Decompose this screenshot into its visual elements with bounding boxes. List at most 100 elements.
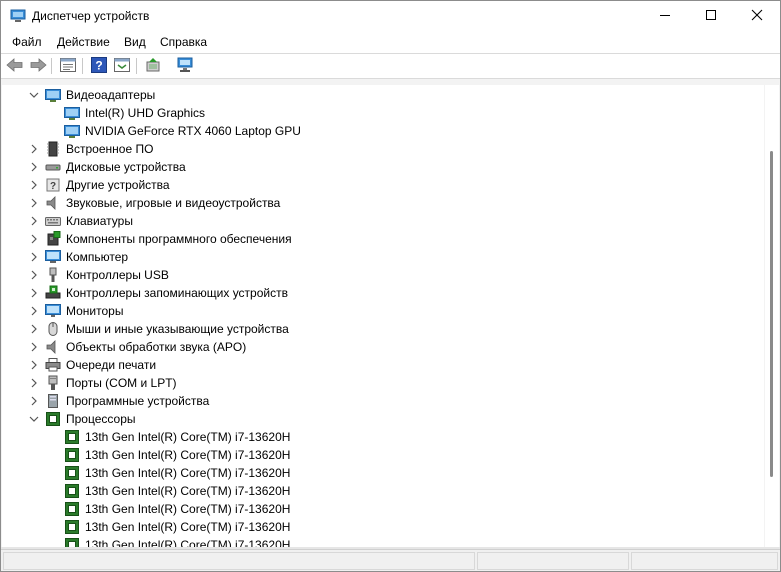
menu-bar: Файл Действие Вид Справка bbox=[1, 32, 780, 53]
show-hidden-button[interactable] bbox=[112, 56, 132, 76]
device-manager-icon bbox=[10, 9, 26, 23]
tree-category[interactable]: Контроллеры USB bbox=[2, 266, 764, 284]
tree-item-label: Компоненты программного обеспечения bbox=[66, 232, 292, 246]
menu-file[interactable]: Файл bbox=[12, 35, 42, 49]
software-device-icon bbox=[45, 393, 61, 409]
chevron-right-icon[interactable] bbox=[28, 161, 40, 173]
storage-controller-icon bbox=[45, 285, 61, 301]
status-cell bbox=[477, 552, 629, 570]
processor-icon bbox=[64, 519, 80, 535]
tree-item-label: 13th Gen Intel(R) Core(TM) i7-13620H bbox=[85, 430, 291, 444]
window-title: Диспетчер устройств bbox=[32, 9, 150, 23]
processor-icon bbox=[64, 429, 80, 445]
properties-button[interactable] bbox=[58, 56, 78, 76]
properties-icon bbox=[60, 57, 76, 75]
tree-category[interactable]: Встроенное ПО bbox=[2, 140, 764, 158]
tree-item-label: 13th Gen Intel(R) Core(TM) i7-13620H bbox=[85, 520, 291, 534]
status-cell bbox=[3, 552, 475, 570]
tree-item-label: Мониторы bbox=[66, 304, 124, 318]
tree-device[interactable]: 13th Gen Intel(R) Core(TM) i7-13620H bbox=[2, 482, 764, 500]
tree-device[interactable]: 13th Gen Intel(R) Core(TM) i7-13620H bbox=[2, 536, 764, 547]
port-icon bbox=[45, 375, 61, 391]
tree-category[interactable]: Дисковые устройства bbox=[2, 158, 764, 176]
tree-device[interactable]: 13th Gen Intel(R) Core(TM) i7-13620H bbox=[2, 464, 764, 482]
tree-item-label: Компьютер bbox=[66, 250, 129, 264]
chevron-right-icon[interactable] bbox=[28, 269, 40, 281]
vertical-scrollbar[interactable] bbox=[765, 85, 779, 547]
processor-icon bbox=[64, 537, 80, 547]
help-button[interactable]: ? bbox=[89, 56, 109, 76]
tree-category[interactable]: Видеоадаптеры bbox=[2, 86, 764, 104]
chevron-right-icon[interactable] bbox=[28, 251, 40, 263]
tree-device[interactable]: Intel(R) UHD Graphics bbox=[2, 104, 764, 122]
processor-icon bbox=[45, 411, 61, 427]
chevron-right-icon[interactable] bbox=[28, 377, 40, 389]
maximize-icon bbox=[705, 9, 717, 24]
tree-category[interactable]: Клавиатуры bbox=[2, 212, 764, 230]
toolbar-divider bbox=[1, 78, 780, 79]
close-button[interactable] bbox=[734, 1, 780, 32]
tree-category[interactable]: Порты (COM и LPT) bbox=[2, 374, 764, 392]
tree-item-label: Мыши и иные указывающие устройства bbox=[66, 322, 289, 336]
scan-hardware-button[interactable] bbox=[175, 56, 195, 76]
back-button[interactable] bbox=[5, 56, 25, 76]
chevron-right-icon[interactable] bbox=[28, 215, 40, 227]
disk-drive-icon bbox=[45, 159, 61, 175]
tree-item-label: Встроенное ПО bbox=[66, 142, 154, 156]
tree-item-label: Видеоадаптеры bbox=[66, 88, 156, 102]
tree-category[interactable]: Объекты обработки звука (APO) bbox=[2, 338, 764, 356]
chevron-right-icon[interactable] bbox=[28, 143, 40, 155]
tree-item-label: Процессоры bbox=[66, 412, 136, 426]
chevron-right-icon[interactable] bbox=[28, 179, 40, 191]
chevron-down-icon[interactable] bbox=[28, 413, 40, 425]
update-driver-button[interactable] bbox=[143, 56, 163, 76]
tree-device[interactable]: NVIDIA GeForce RTX 4060 Laptop GPU bbox=[2, 122, 764, 140]
tree-category[interactable]: Контроллеры запоминающих устройств bbox=[2, 284, 764, 302]
speaker-icon bbox=[45, 195, 61, 211]
tree-category[interactable]: ? Другие устройства bbox=[2, 176, 764, 194]
device-manager-window: Диспетчер устройств Файл Действие Вид Сп… bbox=[0, 0, 781, 572]
menu-view[interactable]: Вид bbox=[124, 35, 146, 49]
close-icon bbox=[751, 9, 763, 24]
tree-item-label: Intel(R) UHD Graphics bbox=[85, 106, 206, 120]
device-tree[interactable]: Видеоадаптеры Intel(R) UHD Graphics NVIDIA… bbox=[2, 85, 764, 547]
chevron-right-icon[interactable] bbox=[28, 395, 40, 407]
tree-category[interactable]: Компоненты программного обеспечения bbox=[2, 230, 764, 248]
chevron-right-icon[interactable] bbox=[28, 287, 40, 299]
chevron-right-icon[interactable] bbox=[28, 341, 40, 353]
tree-category[interactable]: Процессоры bbox=[2, 410, 764, 428]
tree-device[interactable]: 13th Gen Intel(R) Core(TM) i7-13620H bbox=[2, 446, 764, 464]
tree-category[interactable]: Мыши и иные указывающие устройства bbox=[2, 320, 764, 338]
tree-category[interactable]: Звуковые, игровые и видеоустройства bbox=[2, 194, 764, 212]
chevron-down-icon[interactable] bbox=[28, 89, 40, 101]
minimize-button[interactable] bbox=[642, 1, 688, 32]
chevron-right-icon[interactable] bbox=[28, 305, 40, 317]
chevron-right-icon[interactable] bbox=[28, 197, 40, 209]
processor-icon bbox=[64, 447, 80, 463]
mouse-icon bbox=[45, 321, 61, 337]
keyboard-icon bbox=[45, 213, 61, 229]
tree-item-label: 13th Gen Intel(R) Core(TM) i7-13620H bbox=[85, 502, 291, 516]
title-bar[interactable]: Диспетчер устройств bbox=[1, 1, 780, 32]
tree-category[interactable]: Мониторы bbox=[2, 302, 764, 320]
tree-device[interactable]: 13th Gen Intel(R) Core(TM) i7-13620H bbox=[2, 518, 764, 536]
scrollbar-thumb[interactable] bbox=[770, 151, 773, 477]
menu-help[interactable]: Справка bbox=[160, 35, 207, 49]
tree-category[interactable]: Программные устройства bbox=[2, 392, 764, 410]
chevron-right-icon[interactable] bbox=[28, 359, 40, 371]
maximize-button[interactable] bbox=[688, 1, 734, 32]
tree-item-label: Клавиатуры bbox=[66, 214, 133, 228]
tree-category[interactable]: Очереди печати bbox=[2, 356, 764, 374]
menu-action[interactable]: Действие bbox=[57, 35, 110, 49]
tree-device[interactable]: 13th Gen Intel(R) Core(TM) i7-13620H bbox=[2, 500, 764, 518]
tree-device[interactable]: 13th Gen Intel(R) Core(TM) i7-13620H bbox=[2, 428, 764, 446]
tree-item-label: 13th Gen Intel(R) Core(TM) i7-13620H bbox=[85, 538, 291, 547]
back-arrow-icon bbox=[6, 57, 24, 75]
tree-item-label: Очереди печати bbox=[66, 358, 157, 372]
chevron-right-icon[interactable] bbox=[28, 233, 40, 245]
chevron-right-icon[interactable] bbox=[28, 323, 40, 335]
forward-button[interactable] bbox=[28, 56, 48, 76]
svg-text:?: ? bbox=[50, 181, 56, 192]
tree-category[interactable]: Компьютер bbox=[2, 248, 764, 266]
tree-item-label: 13th Gen Intel(R) Core(TM) i7-13620H bbox=[85, 484, 291, 498]
